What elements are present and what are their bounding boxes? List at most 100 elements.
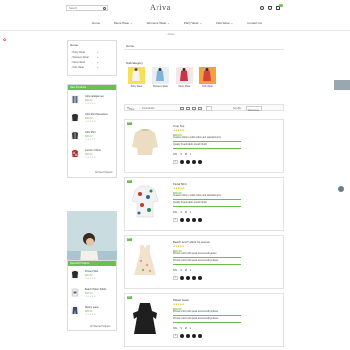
product-image[interactable] [131,299,159,337]
wishlist-button[interactable] [186,334,190,338]
subcategory-kids-wear[interactable] [199,67,216,84]
filter-button[interactable]: ☰ Filter [127,107,134,112]
product-thumb[interactable] [71,131,79,140]
product-name[interactable]: Plated Gown [173,298,189,302]
quantity-input[interactable]: 1 [173,218,178,222]
wishlist-icon[interactable] [268,6,272,10]
nav-item-womens-wear[interactable]: Womens Wear ⌄ [147,21,170,26]
product-card[interactable]: New Crop Top ★★★★★ $26.00 Custom shirts … [124,119,284,173]
add-to-cart-button[interactable] [180,218,184,222]
expand-icon[interactable]: + [97,61,98,64]
size-option[interactable]: M [185,328,187,330]
subcategory-label[interactable]: Kids Wear [197,86,219,88]
sidebar-item-kids-wear[interactable]: - Kids Wear + [71,66,98,69]
grid-view-icon[interactable] [180,106,184,110]
scroll-top-button[interactable] [338,186,344,192]
all-special-products-link[interactable]: All Special Products [90,326,110,328]
wishlist-button[interactable] [186,218,190,222]
nav-item-kids-wear[interactable]: Kids Wear ⌄ [216,21,233,26]
size-option[interactable]: L [190,212,191,214]
expand-icon[interactable]: + [97,66,98,69]
size-option[interactable]: L [190,270,191,272]
wishlist-button[interactable] [186,160,190,164]
product-name[interactable]: Beach and T-shirts for women [173,240,210,244]
party-wear-image [128,67,145,84]
wishlist-button[interactable] [186,276,190,280]
crop-top-image [132,129,158,155]
grid-large-view-icon[interactable] [186,106,190,110]
product-thumb[interactable] [71,306,79,315]
size-option[interactable]: XXL [173,270,177,272]
quick-view-button[interactable] [198,276,202,280]
compare-button[interactable] [192,160,196,164]
sort-select[interactable]: Relevance [246,106,262,112]
rating-stars: ★★★★★ [85,296,96,298]
site-logo[interactable]: Ariva [150,3,171,12]
breadcrumb-home[interactable]: Home [168,33,174,36]
nav-item-home[interactable]: Home [92,21,100,26]
sort-value: Relevance [248,108,260,112]
size-option[interactable]: S [180,212,182,214]
progress-bar [173,315,241,316]
size-option[interactable]: S [180,270,182,272]
subcategory-label[interactable]: Party Wear [126,86,148,88]
breadcrumb[interactable]: ⌂ Home [166,33,175,36]
subcategory-womens-wear[interactable] [152,67,169,84]
product-thumb[interactable] [71,270,79,279]
add-to-cart-button[interactable] [180,160,184,164]
show-count-select[interactable] [206,106,212,111]
size-option[interactable]: XXL [173,212,177,214]
size-option[interactable]: M [185,270,187,272]
product-thumb[interactable] [71,288,79,297]
size-option[interactable]: L [190,328,191,330]
quick-view-button[interactable] [198,160,202,164]
add-to-cart-button[interactable] [180,334,184,338]
size-option[interactable]: M [185,212,187,214]
size-option[interactable]: XXL [173,154,177,156]
compare-button[interactable] [192,334,196,338]
quick-view-button[interactable] [198,334,202,338]
nav-item-party-wear[interactable]: Party Wear ⌄ [184,21,202,26]
size-option[interactable]: S [180,328,182,330]
user-icon[interactable] [260,6,264,10]
compare-button[interactable] [192,276,196,280]
subcategory-label[interactable]: Womens Wear [150,86,172,88]
nav-item-contact-us[interactable]: Contact Us [247,21,262,26]
quantity-input[interactable]: 1 [173,276,178,280]
size-option[interactable]: XXL [173,328,177,330]
search-icon[interactable] [102,6,106,10]
product-card[interactable]: New Beach and T-shirts for women ★★★★★ $… [124,235,284,289]
product-thumb[interactable] [71,95,79,104]
expand-icon[interactable]: + [97,51,98,54]
search-input[interactable]: Search [66,5,108,11]
subcategory-mens-wear[interactable] [176,67,193,84]
all-new-products-link[interactable]: All New Products [95,172,113,174]
expand-icon[interactable]: + [97,56,98,59]
product-card[interactable]: New Floral Shirt ★★★★★ $26.00 Custom shi… [124,177,284,231]
product-image[interactable] [131,125,159,163]
nav-item-mens-wear[interactable]: Mens Wear ⌄ [114,21,133,26]
add-to-cart-button[interactable] [180,276,184,280]
product-thumb[interactable] [71,113,79,122]
floating-widget[interactable] [334,80,350,90]
product-image[interactable] [131,183,159,221]
product-name[interactable]: Floral Shirt [173,182,187,186]
sidebar-item-womens-wear[interactable]: - Womens Wear + [71,56,98,59]
subcategory-label[interactable]: Mens Wear [174,86,196,88]
compare-button[interactable] [192,218,196,222]
sidebar-item-party-wear[interactable]: - Party Wear + [71,51,98,54]
size-option[interactable]: M [185,154,187,156]
sidebar-item-mens-wear[interactable]: - Mens Wear + [71,61,98,64]
size-option[interactable]: S [180,154,182,156]
product-card[interactable]: New Plated Gown ★★★★★ $26.00 Printed t-s… [124,293,284,347]
product-name[interactable]: Crop Top [173,124,184,128]
product-image[interactable] [131,241,159,279]
size-option[interactable]: L [190,154,191,156]
quick-view-button[interactable] [198,218,202,222]
quantity-input[interactable]: 1 [173,334,178,338]
list-view-icon[interactable] [192,106,196,110]
list-compact-view-icon[interactable] [198,106,202,110]
subcategory-party-wear[interactable] [128,67,145,84]
quantity-input[interactable]: 1 [173,160,178,164]
product-thumb[interactable] [71,149,79,158]
